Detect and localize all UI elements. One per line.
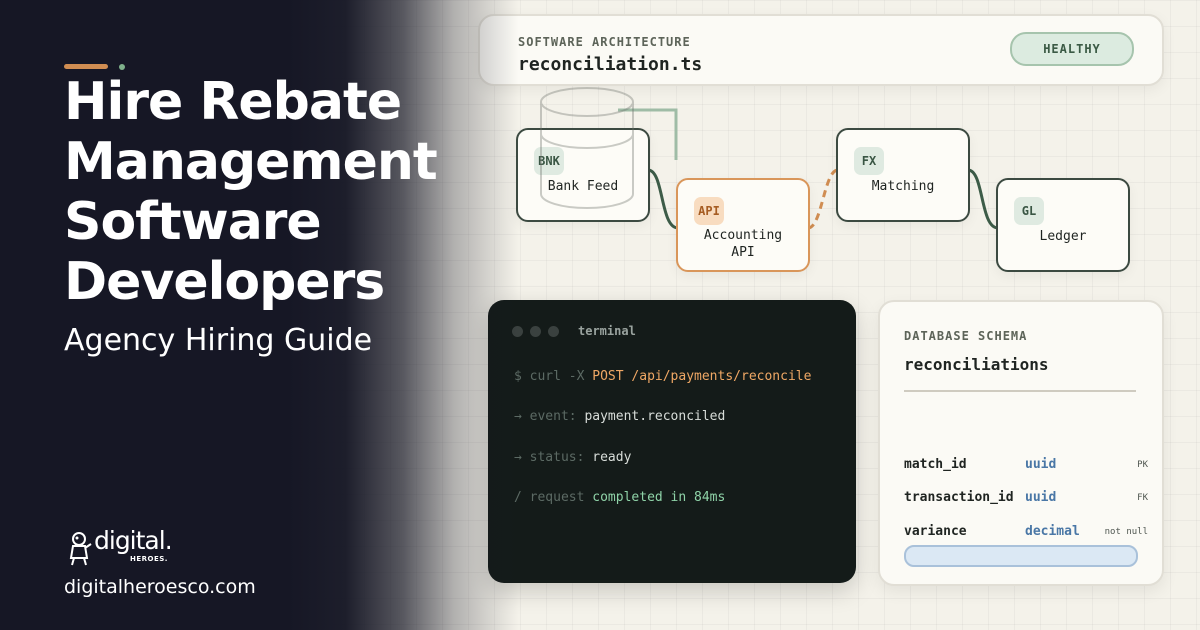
- node-tag: FX: [854, 147, 884, 175]
- node-tag: GL: [1014, 197, 1044, 225]
- field-name: match_id: [904, 457, 967, 472]
- node-tag: API: [694, 197, 724, 225]
- architecture-label: SOFTWARE ARCHITECTURE: [518, 35, 691, 49]
- line-prefix: /: [514, 490, 522, 505]
- brand-wordmark: digital.: [94, 526, 173, 555]
- field-name: transaction_id: [904, 490, 1014, 505]
- line-value: payment.reconciled: [584, 409, 726, 424]
- schema-table-name: reconciliations: [904, 355, 1049, 374]
- line-value: ready: [592, 450, 632, 465]
- connector-bank-to-api: [647, 168, 679, 230]
- line-prefix: →: [514, 409, 522, 424]
- status-badge[interactable]: HEALTHY: [1010, 32, 1134, 66]
- window-dot-icon: [548, 326, 559, 337]
- headline-line: Hire Rebate: [64, 72, 402, 132]
- field-type: uuid: [1025, 490, 1057, 505]
- field-type: decimal: [1025, 524, 1080, 539]
- line-prefix: →: [514, 450, 522, 465]
- line-key: status:: [529, 450, 585, 465]
- window-dot-icon: [530, 326, 541, 337]
- schema-selection-bar[interactable]: [904, 545, 1138, 567]
- node-title: Ledger: [1039, 229, 1087, 244]
- architecture-file-name: reconciliation.ts: [518, 54, 703, 75]
- field-type: uuid: [1025, 457, 1057, 472]
- node-accounting-api[interactable]: API Accounting API: [676, 178, 810, 272]
- brand-subword: HEROES.: [130, 555, 168, 563]
- architecture-header-card: SOFTWARE ARCHITECTURE reconciliation.ts …: [478, 14, 1164, 86]
- database-icon: [540, 87, 634, 209]
- node-title: Matching: [871, 179, 935, 194]
- line-key: event:: [529, 409, 577, 424]
- terminal-output-line: / request completed in 84ms: [514, 490, 725, 505]
- database-schema-card: DATABASE SCHEMA reconciliations match_id…: [878, 300, 1164, 586]
- terminal-window: terminal $ curl -X POST /api/payments/re…: [488, 300, 856, 583]
- divider: [904, 390, 1136, 392]
- digital-heroes-mascot-icon: [69, 532, 92, 566]
- accent-dot: [119, 64, 125, 70]
- headline-line: Software: [64, 192, 322, 252]
- node-ledger[interactable]: GL Ledger: [996, 178, 1130, 272]
- window-dot-icon: [512, 326, 523, 337]
- field-flag: PK: [1137, 460, 1148, 470]
- accent-line: [64, 64, 108, 69]
- line-key: request: [529, 490, 585, 505]
- schema-label: DATABASE SCHEMA: [904, 329, 1028, 343]
- prompt-symbol: $: [514, 369, 522, 384]
- connector-matching-to-ledger: [967, 168, 999, 230]
- hero-subtitle: Agency Hiring Guide: [64, 323, 373, 358]
- headline-line: Developers: [64, 252, 385, 312]
- field-flag: not null: [1104, 527, 1148, 537]
- field-name: variance: [904, 524, 967, 539]
- headline-line: Management: [64, 132, 438, 192]
- brand-logo[interactable]: digital. HEROES.: [68, 526, 188, 570]
- terminal-command-line: $ curl -X POST /api/payments/reconcile: [514, 369, 811, 384]
- terminal-output-line: → status: ready: [514, 450, 631, 465]
- hero-headline: Hire Rebate Management Software Develope…: [64, 72, 484, 312]
- terminal-title: terminal: [578, 324, 636, 338]
- site-url[interactable]: digitalheroesco.com: [64, 576, 256, 598]
- connector-api-to-matching: [807, 168, 839, 230]
- terminal-output-line: → event: payment.reconciled: [514, 409, 725, 424]
- node-matching[interactable]: FX Matching: [836, 128, 970, 222]
- field-flag: FK: [1137, 493, 1148, 503]
- command-args: POST /api/payments/reconcile: [592, 369, 812, 384]
- node-title: Accounting API: [703, 228, 783, 260]
- command-word: curl -X: [529, 369, 585, 384]
- line-value: completed in 84ms: [592, 490, 726, 505]
